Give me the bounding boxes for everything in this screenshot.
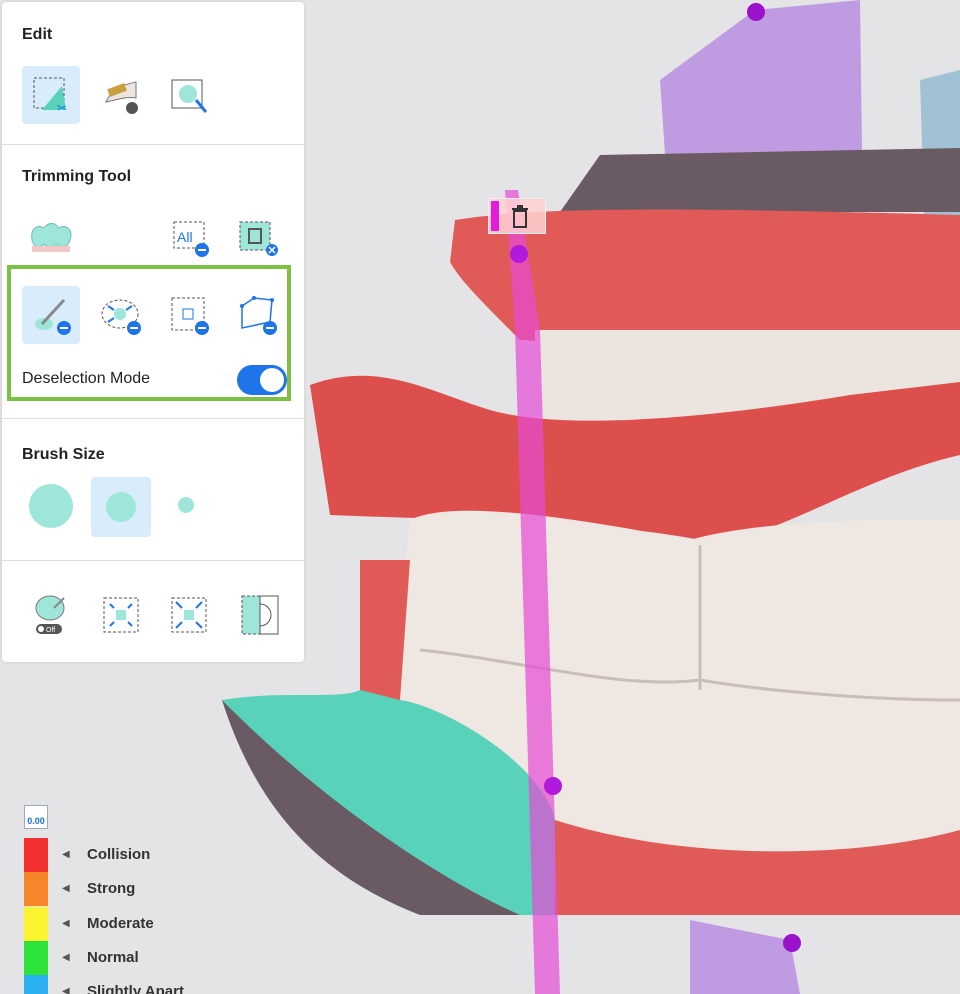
brush-size-large[interactable]	[29, 484, 73, 528]
legend-label: Normal	[87, 949, 139, 966]
delete-selection-tool[interactable]	[228, 208, 286, 266]
svg-text:✂: ✂	[57, 101, 67, 115]
trimming-section-title: Trimming Tool	[22, 168, 132, 185]
trim-selection-tool[interactable]: ✂	[22, 66, 80, 124]
legend-swatch	[24, 838, 48, 872]
legend-value-icon[interactable]: 0.00	[24, 805, 48, 829]
expand-selection-icon	[103, 597, 139, 633]
legend-label: Slightly Apart	[87, 983, 184, 994]
delete-plane-button[interactable]	[488, 198, 546, 234]
legend-item-slightly-apart: ◀ Slightly Apart	[22, 975, 222, 994]
invert-selection-tool[interactable]	[228, 586, 286, 644]
texture-toggle-tool[interactable]: Off	[22, 586, 80, 644]
deselect-all-tool[interactable]: All	[160, 208, 218, 266]
legend-arrow-icon[interactable]: ◀	[62, 918, 70, 929]
brush-size-section-title: Brush Size	[22, 446, 105, 463]
legend-item-strong: ◀ Strong	[22, 872, 222, 906]
legend-swatch	[24, 975, 48, 994]
teeth-icon	[31, 223, 72, 252]
select-teeth-tool[interactable]	[22, 208, 80, 266]
legend-swatch	[24, 872, 48, 906]
smooth-tool[interactable]	[92, 66, 150, 124]
legend-arrow-icon[interactable]: ◀	[62, 952, 70, 963]
svg-text:All: All	[177, 229, 193, 245]
plane-color-indicator	[491, 201, 499, 231]
legend-label: Moderate	[87, 915, 154, 932]
smooth-brush-icon	[105, 81, 138, 114]
fill-hole-icon	[171, 79, 208, 113]
svg-text:Off: Off	[46, 627, 55, 634]
trim-icon: ✂	[33, 77, 67, 115]
selection-mode-highlight	[7, 265, 291, 401]
divider	[2, 560, 304, 561]
legend-arrow-icon[interactable]: ◀	[62, 849, 70, 860]
edit-section-title: Edit	[22, 26, 53, 43]
legend-label: Collision	[87, 846, 151, 863]
legend-swatch	[24, 907, 48, 941]
invert-selection-icon	[241, 595, 279, 635]
deselect-all-icon: All	[173, 221, 209, 257]
expand-selection-tool[interactable]	[92, 586, 150, 644]
shrink-selection-icon	[171, 597, 207, 633]
brush-medium-dot	[106, 492, 136, 522]
trash-icon	[512, 205, 528, 228]
legend-arrow-icon[interactable]: ◀	[62, 883, 70, 894]
legend-label: Strong	[87, 880, 136, 897]
divider	[2, 144, 304, 145]
delete-selection-icon	[239, 221, 278, 256]
divider	[2, 418, 304, 419]
legend-item-moderate: ◀ Moderate	[22, 907, 222, 941]
shrink-selection-tool[interactable]	[160, 586, 218, 644]
legend-item-normal: ◀ Normal	[22, 941, 222, 975]
legend-arrow-icon[interactable]: ◀	[62, 986, 70, 994]
texture-toggle-icon: Off	[35, 595, 65, 634]
legend-swatch	[24, 941, 48, 975]
brush-size-small[interactable]	[178, 497, 194, 513]
legend-item-collision: ◀ Collision	[22, 838, 222, 872]
brush-size-medium[interactable]	[91, 477, 151, 537]
fill-hole-tool[interactable]	[160, 66, 218, 124]
